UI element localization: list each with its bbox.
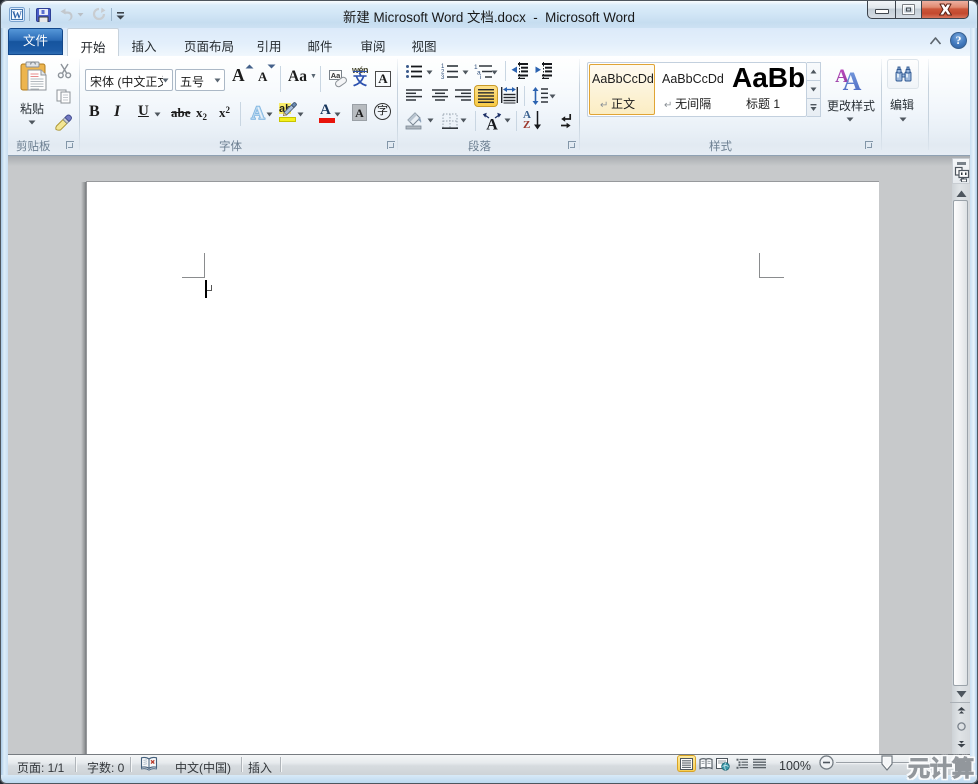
svg-text:Aa: Aa: [331, 71, 341, 80]
svg-text:A: A: [843, 67, 862, 91]
svg-text:i: i: [480, 74, 481, 79]
svg-text:A: A: [258, 69, 268, 84]
svg-text:3: 3: [441, 75, 445, 79]
svg-text:A: A: [232, 65, 245, 85]
svg-text:A: A: [251, 103, 265, 123]
svg-text:A: A: [486, 117, 498, 131]
